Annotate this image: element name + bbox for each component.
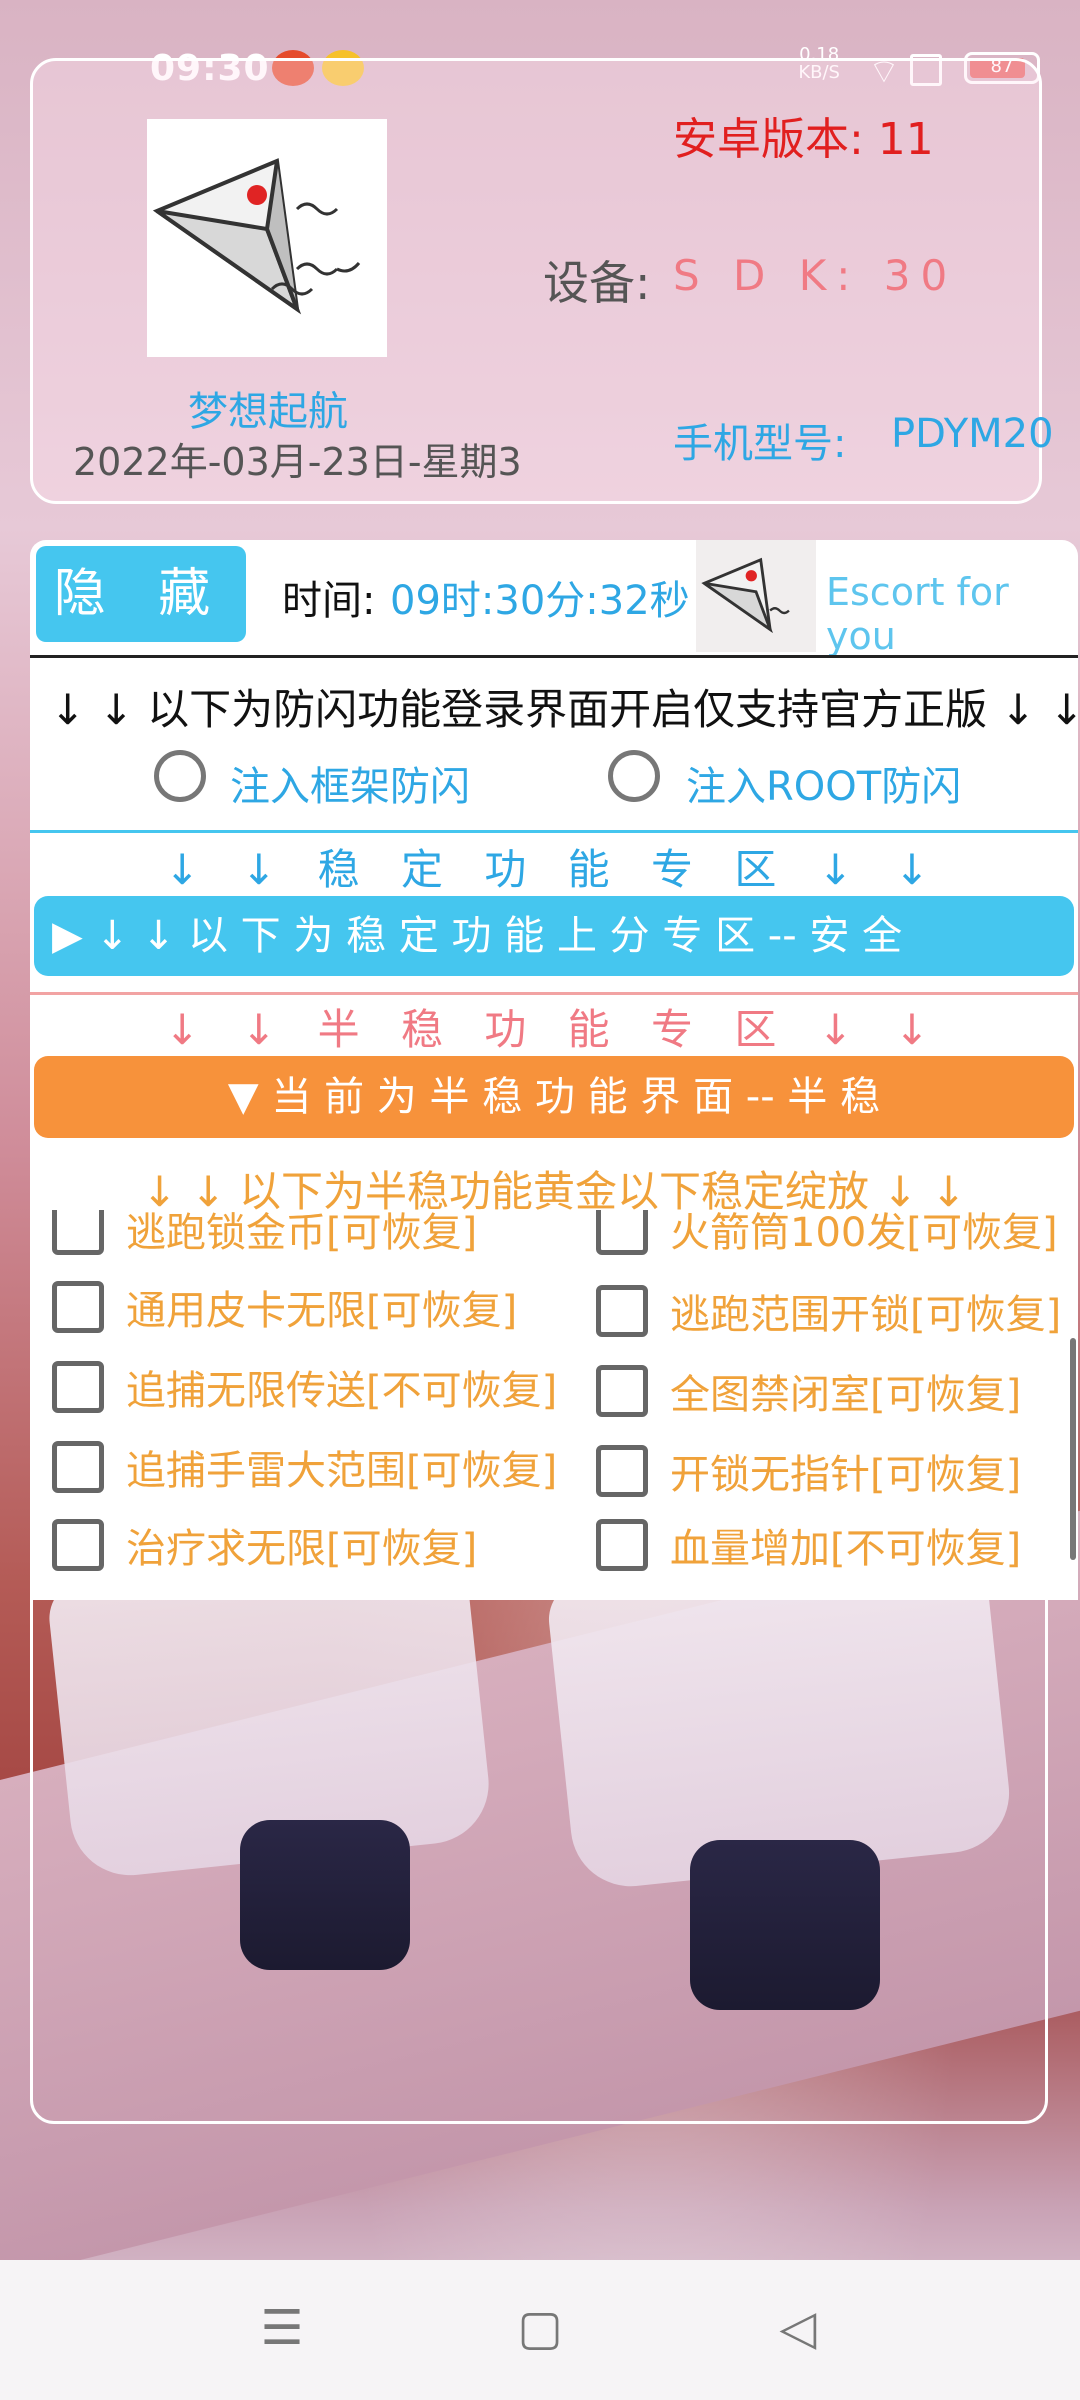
checkbox-item[interactable]: 通用皮卡无限[可恢复] [52,1278,517,1336]
checkbox-label: 火箭筒100发[可恢复] [670,1210,1058,1256]
navigation-bar: ☰ ▢ ◁ [0,2260,1080,2400]
checkbox-label: 血量增加[不可恢复] [670,1526,1022,1572]
paper-plane-icon [152,158,361,315]
checkbox[interactable] [596,1210,648,1255]
model-value: PDYM20 [891,411,1054,457]
small-logo [696,540,816,652]
anti-flash-warning: ↓ ↓ 以下为防闪功能登录界面开启仅支持官方正版 ↓ ↓ [50,685,1078,734]
feature-panel: 隐 藏 时间: 09时:30分:32秒 Escort for you ↓ ↓ 以… [30,540,1078,1600]
date-text: 2022年-03月-23日-星期3 [73,440,522,484]
radio-label-framework[interactable]: 注入框架防闪 [230,754,470,812]
checkbox[interactable] [52,1441,104,1493]
checkbox[interactable] [52,1210,104,1255]
checkbox-item[interactable]: 逃跑锁金币[可恢复] [52,1210,477,1258]
app-logo [147,119,387,357]
checkbox[interactable] [596,1285,648,1337]
divider-blue [30,830,1078,833]
checkbox-label: 追捕无限传送[不可恢复] [126,1368,558,1414]
checkbox-item[interactable]: 治疗求无限[可恢复] [52,1516,477,1574]
semi-stable-section-title: ↓ ↓ 半 稳 功 能 专 区 ↓ ↓ [164,1005,944,1054]
checkbox-label: 开锁无指针[可恢复] [670,1452,1022,1498]
checkbox[interactable] [596,1519,648,1571]
semi-stable-section-toggle-label: ▼ 当 前 为 半 稳 功 能 界 面 -- 半 稳 [227,1074,881,1120]
checkbox-item[interactable]: 逃跑范围开锁[可恢复] [596,1282,1061,1340]
home-icon[interactable]: ▢ [510,2298,570,2358]
checkbox-label: 治疗求无限[可恢复] [126,1526,478,1572]
time-label: 时间: [282,578,376,624]
radio-label-root[interactable]: 注入ROOT防闪 [686,754,961,812]
checkbox-item[interactable]: 血量增加[不可恢复] [596,1516,1021,1574]
checkbox-list: 逃跑锁金币[可恢复] 通用皮卡无限[可恢复] 追捕无限传送[不可恢复] 追捕手雷… [30,1210,1078,1600]
scrollbar[interactable] [1070,1338,1076,1560]
checkbox[interactable] [52,1519,104,1571]
checkbox[interactable] [52,1361,104,1413]
checkbox-label: 通用皮卡无限[可恢复] [126,1288,518,1334]
device-info-card: 梦想起航 2022年-03月-23日-星期3 安卓版本: 11 设备: S D … [30,58,1054,504]
checkbox-label: 逃跑锁金币[可恢复] [126,1210,478,1256]
paper-plane-icon [701,557,790,634]
back-icon[interactable]: ◁ [768,2298,828,2358]
checkbox-item[interactable]: 开锁无指针[可恢复] [596,1442,1021,1500]
radio-inject-framework[interactable] [154,750,206,802]
checkbox[interactable] [52,1281,104,1333]
checkbox-item[interactable]: 全图禁闭室[可恢复] [596,1362,1021,1420]
checkbox[interactable] [596,1445,648,1497]
hide-button[interactable]: 隐 藏 [36,546,246,642]
divider-pink [30,992,1078,995]
checkbox[interactable] [596,1365,648,1417]
checkbox-item[interactable]: 追捕手雷大范围[可恢复] [52,1438,557,1496]
checkbox-item[interactable]: 火箭筒100发[可恢复] [596,1210,1058,1258]
stable-section-title: ↓ ↓ 稳 定 功 能 专 区 ↓ ↓ [164,845,944,894]
device-label: 设备: [543,256,651,310]
stable-section-toggle-label: ▶ ↓ ↓ 以 下 为 稳 定 功 能 上 分 专 区 -- 安 全 [52,913,903,959]
divider [30,655,1078,658]
device-sdk-value: S D K: 30 [673,251,958,300]
checkbox-label: 追捕手雷大范围[可恢复] [126,1448,558,1494]
checkbox-label: 全图禁闭室[可恢复] [670,1372,1022,1418]
checkbox-label: 逃跑范围开锁[可恢复] [670,1292,1062,1338]
semi-stable-section-toggle[interactable]: ▼ 当 前 为 半 稳 功 能 界 面 -- 半 稳 [34,1056,1074,1138]
app-name: 梦想起航 [188,389,348,435]
time-value: 09时:30分:32秒 [390,578,690,624]
stable-section-toggle[interactable]: ▶ ↓ ↓ 以 下 为 稳 定 功 能 上 分 专 区 -- 安 全 [34,896,1074,976]
escort-text: Escort for you [826,570,1009,658]
checkbox-item[interactable]: 追捕无限传送[不可恢复] [52,1358,557,1416]
radio-inject-root[interactable] [608,750,660,802]
model-label: 手机型号: [673,421,847,467]
menu-icon[interactable]: ☰ [252,2298,312,2358]
android-version: 安卓版本: 11 [673,114,934,165]
